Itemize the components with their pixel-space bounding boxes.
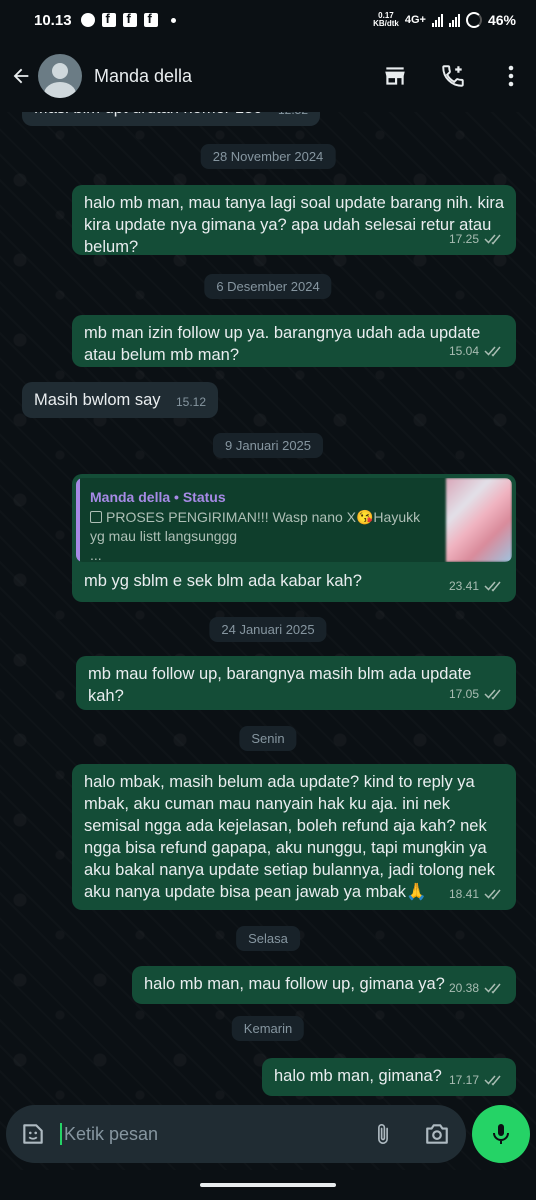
date-divider: Selasa [236, 926, 300, 951]
kebab-menu-icon [508, 65, 514, 87]
read-ticks-icon [484, 234, 501, 245]
message-time: 18.41 [448, 887, 479, 901]
message-text: halo mb man, mau tanya lagi soal update … [84, 194, 505, 256]
home-gesture-bar[interactable] [200, 1183, 336, 1187]
message-text: Masih bwlom say [34, 391, 161, 409]
read-ticks-icon [484, 581, 501, 592]
date-divider: 24 Januari 2025 [209, 617, 327, 642]
sticker-button[interactable] [20, 1121, 46, 1147]
message-time: 17.17 [448, 1073, 479, 1087]
contact-name[interactable]: Manda della [94, 66, 192, 87]
microphone-icon [493, 1124, 509, 1144]
read-ticks-icon [484, 889, 501, 900]
message-time: 15.12 [175, 395, 206, 409]
network-type: 4G+ [404, 14, 426, 26]
signal-icon [448, 13, 460, 27]
message-outgoing[interactable]: halo mb man, gimana? 17.17 [262, 1058, 516, 1096]
facebook-notification-icon [143, 11, 158, 27]
battery-icon [465, 12, 482, 28]
date-divider: 28 November 2024 [200, 144, 336, 169]
status-time: 10.13 [34, 11, 72, 29]
more-options-button[interactable] [498, 63, 524, 89]
camera-icon [426, 1124, 448, 1144]
sticker-icon [23, 1124, 43, 1144]
avatar[interactable] [38, 54, 82, 98]
facebook-notification-icon [122, 11, 137, 27]
message-outgoing[interactable]: Manda della • Status PROSES PENGIRIMAN!!… [72, 474, 516, 602]
network-speed-unit: KB/dtk [373, 19, 399, 28]
facebook-notification-icon [101, 11, 116, 27]
quote-text: PROSES PENGIRIMAN!!! Wasp nano X😘Hayukk … [90, 509, 421, 562]
date-divider: Kemarin [231, 1016, 305, 1041]
date-divider: 9 Januari 2025 [212, 433, 324, 458]
message-notification-icon [80, 13, 95, 27]
quote-accent-bar [76, 478, 80, 562]
message-text: mb mau follow up, barangnya masih blm ad… [88, 665, 472, 705]
network-speed: 0.17 KB/dtk [373, 12, 399, 28]
message-time: 23.41 [448, 579, 479, 593]
message-text: halo mb man, mau follow up, gimana ya? [144, 975, 445, 993]
chat-header: Manda della [0, 40, 536, 112]
message-outgoing[interactable]: halo mb man, mau tanya lagi soal update … [72, 185, 516, 256]
battery-percent: 46% [487, 12, 516, 28]
signal-icon [431, 13, 443, 27]
image-icon [90, 511, 102, 523]
message-outgoing[interactable]: halo mbak, masih belum ada update? kind … [72, 764, 516, 910]
message-text: halo mb man, gimana? [274, 1067, 442, 1085]
message-outgoing[interactable]: halo mb man, mau follow up, gimana ya? 2… [132, 966, 516, 1004]
message-time: 20.38 [448, 981, 479, 995]
message-composer: Ketik pesan [6, 1105, 466, 1163]
message-text: mb man izin follow up ya. barangnya udah… [84, 324, 481, 364]
attach-button[interactable] [372, 1120, 394, 1148]
message-time: 17.05 [448, 687, 479, 701]
message-time: 15.04 [448, 344, 479, 358]
message-outgoing[interactable]: mb man izin follow up ya. barangnya udah… [72, 315, 516, 367]
back-arrow-icon [13, 68, 29, 84]
store-icon [385, 67, 405, 85]
message-incoming[interactable]: Masih bwlom say 15.12 [22, 382, 218, 418]
phone-add-icon [442, 65, 464, 87]
read-ticks-icon [484, 689, 501, 700]
read-ticks-icon [484, 983, 501, 994]
camera-button[interactable] [424, 1121, 450, 1147]
catalog-button[interactable] [382, 63, 408, 89]
quote-author: Manda della • Status [90, 489, 226, 505]
message-time: 17.25 [448, 232, 479, 246]
date-divider: 6 Desember 2024 [204, 274, 332, 299]
read-ticks-icon [484, 346, 501, 357]
status-bar: 10.13 0.17 KB/dtk 4G+ 46% [0, 0, 536, 40]
paperclip-icon [378, 1124, 388, 1144]
status-thumbnail [446, 478, 512, 562]
quoted-status[interactable]: Manda della • Status PROSES PENGIRIMAN!!… [76, 478, 512, 562]
message-outgoing[interactable]: mb mau follow up, barangnya masih blm ad… [76, 656, 516, 710]
call-button[interactable] [440, 63, 466, 89]
message-list: Masi blm dpt urutan nomer 130 12.52 28 N… [0, 90, 536, 1100]
date-divider: Senin [239, 726, 297, 751]
message-text: mb yg sblm e sek blm ada kabar kah? [84, 572, 362, 590]
system-navigation-bar [0, 1170, 536, 1200]
more-notifications-icon [170, 17, 176, 23]
message-input[interactable]: Ketik pesan [60, 1123, 158, 1145]
read-ticks-icon [484, 1075, 501, 1086]
back-button[interactable] [8, 61, 34, 91]
voice-message-button[interactable] [472, 1105, 530, 1163]
message-text: halo mbak, masih belum ada update? kind … [84, 773, 495, 901]
